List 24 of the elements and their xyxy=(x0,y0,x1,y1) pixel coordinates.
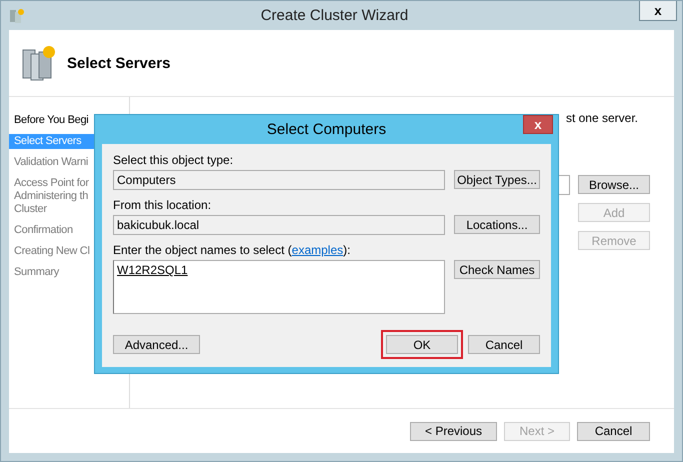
instruction-text: st one server. xyxy=(566,111,638,125)
close-button[interactable]: x xyxy=(523,115,553,134)
side-button[interactable]: Browse... xyxy=(578,175,650,194)
dialog-title: Select Computers xyxy=(266,121,386,138)
location-field: bakicubuk.local xyxy=(113,215,446,235)
window-title: Create Cluster Wizard xyxy=(260,7,410,24)
close-button[interactable]: x xyxy=(639,1,677,21)
field-label: Enter the object names to select (examples): xyxy=(113,243,352,257)
advanced-button[interactable]: Advanced... xyxy=(113,335,200,354)
ok-button[interactable]: OK xyxy=(386,335,458,354)
locations-button[interactable]: Locations... xyxy=(454,215,540,234)
footer-button[interactable]: Cancel xyxy=(577,422,650,440)
field-label: Select this object type: xyxy=(113,153,234,167)
cancel-button[interactable]: Cancel xyxy=(468,335,540,354)
field-label: From this location: xyxy=(113,198,212,212)
check-names-button[interactable]: Check Names xyxy=(454,260,540,279)
app-icon xyxy=(9,8,25,24)
examples-link[interactable]: examples xyxy=(292,243,344,257)
server-icon xyxy=(21,44,57,82)
object-types-button[interactable]: Object Types... xyxy=(454,170,540,189)
page-title: Select Servers xyxy=(67,54,170,72)
object-names-field[interactable]: W12R2SQL1 xyxy=(113,260,446,314)
footer-button[interactable]: < Previous xyxy=(410,422,497,440)
object-type-field: Computers xyxy=(113,170,446,190)
